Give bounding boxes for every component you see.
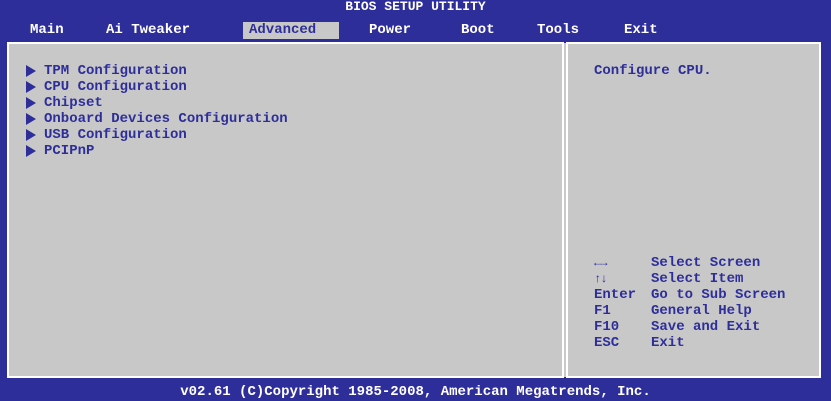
tab-power[interactable]: Power [363,22,417,39]
submenu-arrow-icon [26,65,36,77]
key-description: Select Item [651,271,744,287]
key-description: Exit [651,335,685,351]
key-name: F10 [594,319,620,335]
key-name: Enter [594,287,637,303]
up-down-arrows-icon: ↑↓ [594,272,607,286]
submenu-item-label: USB Configuration [44,127,187,143]
key-name: ESC [594,335,620,351]
submenu-list: TPM Configuration CPU Configuration Chip… [24,63,288,159]
submenu-item-label: TPM Configuration [44,63,187,79]
help-description: Configure CPU. [594,63,712,79]
key-description: Go to Sub Screen [651,287,786,303]
submenu-item-label: PCIPnP [44,143,95,159]
tab-tools[interactable]: Tools [531,22,585,39]
key-name: F1 [594,303,611,319]
submenu-arrow-icon [26,145,36,157]
tab-exit[interactable]: Exit [618,22,664,39]
submenu-item-label: CPU Configuration [44,79,187,95]
submenu-arrow-icon [26,97,36,109]
copyright-footer: v02.61 (C)Copyright 1985-2008, American … [180,384,651,400]
submenu-item-usb-configuration[interactable]: USB Configuration [24,127,288,143]
submenu-arrow-icon [26,113,36,125]
submenu-item-tpm-configuration[interactable]: TPM Configuration [24,63,288,79]
key-description: General Help [651,303,752,319]
submenu-item-cpu-configuration[interactable]: CPU Configuration [24,79,288,95]
tab-ai-tweaker[interactable]: Ai Tweaker [100,22,196,39]
submenu-item-label: Onboard Devices Configuration [44,111,288,127]
tab-boot[interactable]: Boot [455,22,501,39]
submenu-item-label: Chipset [44,95,103,111]
submenu-arrow-icon [26,129,36,141]
submenu-item-pcipnp[interactable]: PCIPnP [24,143,288,159]
key-description: Select Screen [651,255,761,271]
menu-bar: Main Ai Tweaker Advanced Power Boot Tool… [0,14,831,40]
tab-main[interactable]: Main [24,22,70,39]
left-right-arrows-icon: ←→ [594,256,607,270]
tab-advanced[interactable]: Advanced [243,22,339,39]
submenu-item-onboard-devices-configuration[interactable]: Onboard Devices Configuration [24,111,288,127]
submenu-item-chipset[interactable]: Chipset [24,95,288,111]
window-title: BIOS SETUP UTILITY [345,0,486,14]
submenu-arrow-icon [26,81,36,93]
key-description: Save and Exit [651,319,761,335]
